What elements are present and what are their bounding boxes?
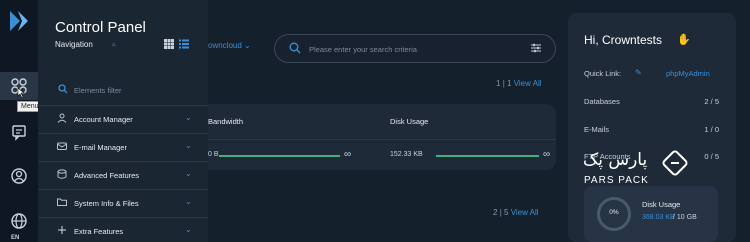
elements-filter[interactable]: Elements filter <box>55 84 195 98</box>
menu-item-account-manager[interactable]: Account Manager ⌄ <box>38 105 208 131</box>
view-all-link[interactable]: View All <box>514 79 542 88</box>
parspack-watermark: پارس پک PARS PACK <box>575 148 659 194</box>
menu-item-extra-features[interactable]: Extra Features ⌄ <box>38 217 208 242</box>
search-bar[interactable]: Please enter your search criteria <box>274 34 556 63</box>
view-all-link[interactable]: View All <box>511 208 539 217</box>
disk-usage-label: Disk Usage <box>642 200 681 209</box>
databases-value: 2 / 5 <box>704 97 719 106</box>
pager-total: 5 <box>504 208 509 217</box>
grid-view-icon[interactable] <box>164 39 174 49</box>
disk-usage-used: 368.03 KB <box>642 214 675 221</box>
user-circle-icon[interactable] <box>9 166 29 186</box>
parspack-logo-icon <box>662 150 688 176</box>
ftp-accounts-value: 0 / 5 <box>704 152 719 161</box>
pager-section-1: 1 | 1 View All <box>496 79 542 88</box>
filter-sliders-icon[interactable] <box>530 42 542 54</box>
chevron-down-icon: ⌄ <box>185 141 192 150</box>
list-view-icon[interactable] <box>179 39 189 49</box>
user-summary-panel: Hi, Crowntests ✋ Quick Link: ✎ phpMyAdmi… <box>568 13 736 242</box>
navigation-label: Navigation <box>55 40 93 49</box>
divider <box>208 139 556 140</box>
menu-item-label: E-mail Manager <box>74 143 127 152</box>
bandwidth-progress-bar <box>219 155 340 157</box>
icon-rail: Menu EN <box>0 0 43 242</box>
chevron-down-icon: ⌄ <box>244 41 251 50</box>
menu-item-email-manager[interactable]: E-mail Manager ⌄ <box>38 133 208 159</box>
disk-usage-percent: 0% <box>609 209 619 216</box>
chevron-down-icon: ⌄ <box>185 169 192 178</box>
menu-item-label: Account Manager <box>74 115 133 124</box>
search-placeholder: Please enter your search criteria <box>309 45 417 54</box>
watermark-en-text: PARS PACK <box>584 175 649 186</box>
pager-current: 1 <box>496 79 501 88</box>
usage-card: Bandwidth Disk Usage 0 B ∞ 152.33 KB ∞ <box>208 104 556 170</box>
user-icon <box>57 113 67 123</box>
control-panel-menu: Control Panel Navigation ▵ Elements filt… <box>38 0 208 242</box>
watermark-fa-text: پارس پک <box>583 150 648 170</box>
menu-item-label: System Info & Files <box>74 199 139 208</box>
disk-usage-total: / 10 GB <box>673 214 697 221</box>
folder-icon <box>57 198 67 206</box>
chevron-down-icon: ⌄ <box>185 197 192 206</box>
emails-label: E-Mails <box>584 125 610 134</box>
bandwidth-header: Bandwidth <box>208 117 244 126</box>
disk-usage-value: 152.33 KB <box>390 151 423 158</box>
disk-usage-header: Disk Usage <box>390 117 429 126</box>
bandwidth-value: 0 B <box>208 151 219 158</box>
domain-dropdown-label: owncloud <box>208 41 242 50</box>
greeting: Hi, Crowntests <box>584 33 663 47</box>
pencil-icon[interactable]: ✎ <box>635 68 642 77</box>
chevron-down-icon: ⌄ <box>185 113 192 122</box>
menu-item-label: Extra Features <box>74 227 124 236</box>
pager-current: 2 <box>493 208 498 217</box>
databases-label: Databases <box>584 97 620 106</box>
search-icon <box>58 84 68 94</box>
domain-dropdown[interactable]: owncloud ⌄ <box>208 41 251 50</box>
chat-icon[interactable] <box>9 122 29 142</box>
pin-icon[interactable]: ▵ <box>112 40 116 48</box>
emails-value: 1 / 0 <box>704 125 719 134</box>
logo-icon[interactable] <box>6 8 32 34</box>
panel-title: Control Panel <box>55 19 146 36</box>
wave-hand-icon: ✋ <box>677 34 691 46</box>
infinity-icon: ∞ <box>543 149 551 160</box>
pager-section-2: 2 | 5 View All <box>493 208 539 217</box>
pager-total: 1 <box>507 79 512 88</box>
mail-icon <box>57 142 67 150</box>
disk-usage-widget: 0% Disk Usage 368.03 KB / 10 GB <box>584 186 718 242</box>
disk-usage-progress-bar <box>436 155 539 157</box>
menu-item-advanced-features[interactable]: Advanced Features ⌄ <box>38 161 208 187</box>
globe-icon[interactable] <box>9 211 29 231</box>
database-icon <box>57 169 67 179</box>
language-code[interactable]: EN <box>11 235 19 241</box>
chevron-down-icon: ⌄ <box>185 225 192 234</box>
plus-icon <box>58 226 66 234</box>
quick-link-phpmyadmin[interactable]: phpMyAdmin <box>666 69 710 78</box>
menu-item-system-info-files[interactable]: System Info & Files ⌄ <box>38 189 208 215</box>
quick-link-label: Quick Link: <box>584 69 622 78</box>
menu-item-label: Advanced Features <box>74 171 140 180</box>
infinity-icon: ∞ <box>344 149 352 160</box>
search-icon <box>289 42 301 54</box>
filter-placeholder: Elements filter <box>74 86 122 95</box>
cursor-icon <box>17 87 25 99</box>
